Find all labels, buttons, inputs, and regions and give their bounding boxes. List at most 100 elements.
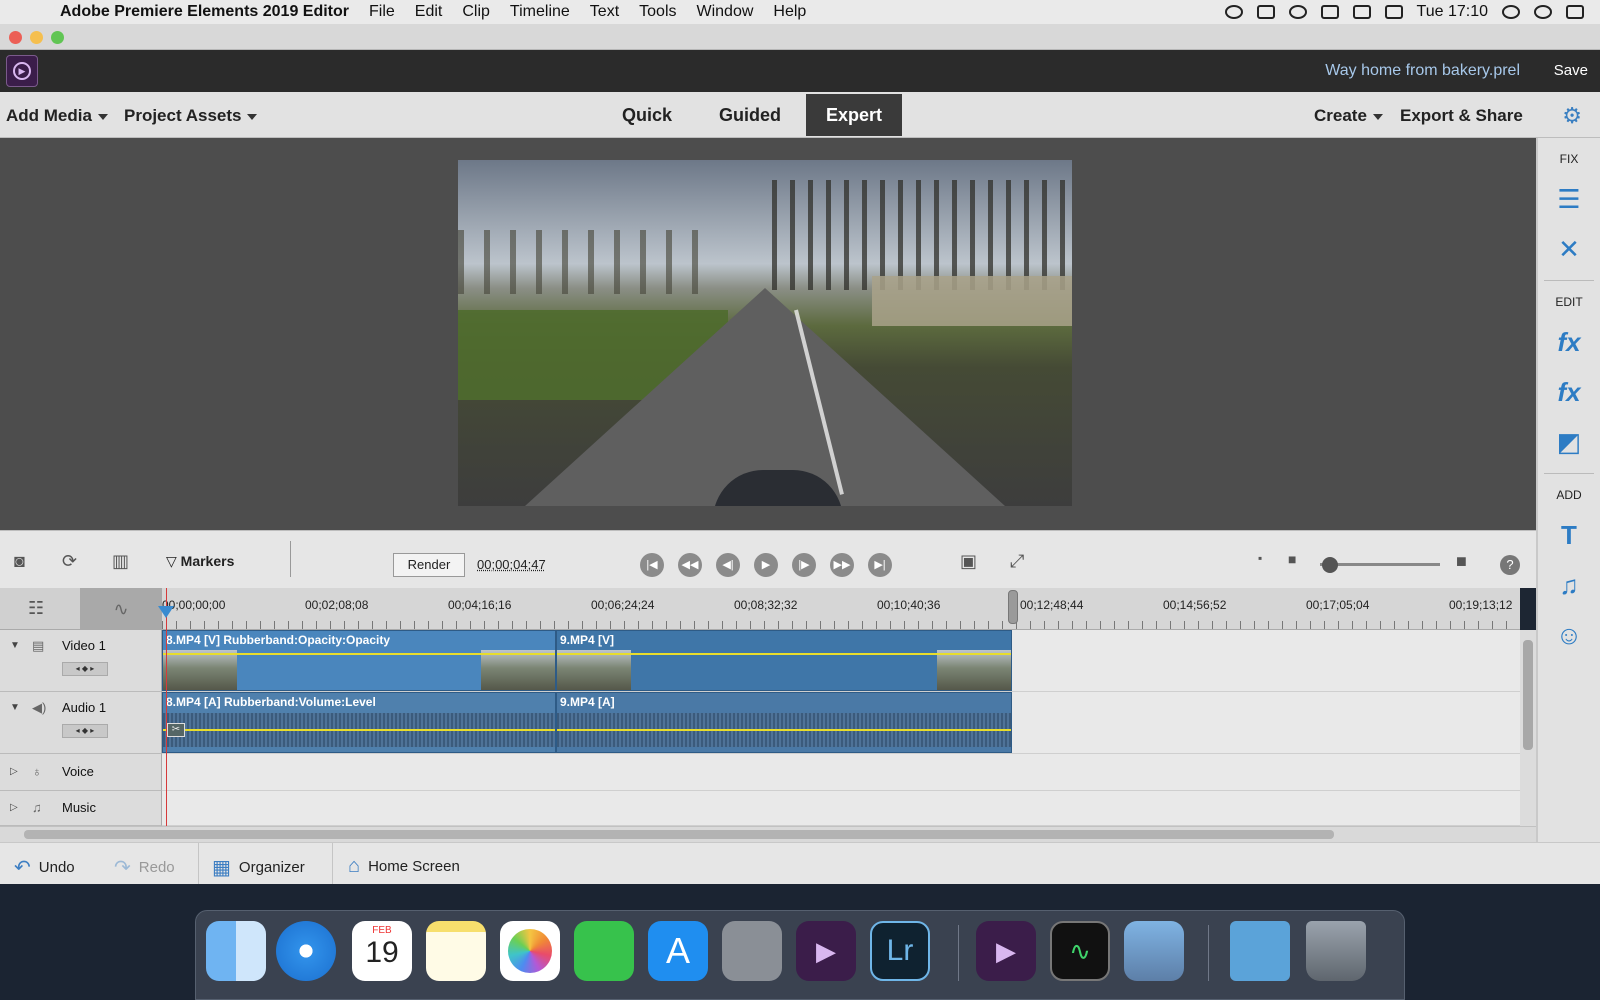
volume-rubberband[interactable] [557,729,1011,731]
track-options-icon[interactable]: ☷ [28,598,44,619]
fullscreen-icon[interactable]: ⤢ [1010,551,1024,572]
render-settings-icon[interactable]: ▣ [960,551,977,572]
render-button[interactable]: Render [393,553,465,577]
battery-icon[interactable] [1384,5,1403,19]
step-forward-icon[interactable]: |▶ [792,553,816,577]
zoom-window-button[interactable] [51,31,64,44]
notes-icon[interactable] [426,921,486,981]
collapse-triangle-icon[interactable]: ▼ [10,702,20,713]
previous-edit-icon[interactable]: ◀◀ [678,553,702,577]
minimize-window-button[interactable] [30,31,43,44]
timeline-ruler[interactable]: 00;00;00;00 00;02;08;08 00;04;16;16 00;0… [162,588,1520,630]
rotate-icon[interactable]: ⟳ [62,551,77,572]
time-machine-icon[interactable] [1288,5,1307,19]
keyframe-navigator[interactable]: ◂ ◆ ▸ [62,662,108,676]
opacity-rubberband[interactable] [163,653,555,655]
audio-clip[interactable]: 8.MP4 [A] Rubberband:Volume:Level ✂ [162,692,556,753]
system-preferences-icon[interactable] [722,921,782,981]
video-preview[interactable] [458,160,1072,506]
effects-icon[interactable]: fx [1552,375,1586,409]
export-share-button[interactable]: Export & Share [1400,106,1523,126]
app-name-menu[interactable]: Adobe Premiere Elements 2019 Editor [60,3,349,21]
go-to-end-icon[interactable]: ▶| [868,553,892,577]
voice-lane[interactable] [162,754,1520,791]
edit-effects-icon[interactable]: fx [1552,325,1586,359]
tab-guided[interactable]: Guided [699,94,801,136]
step-back-icon[interactable]: ◀| [716,553,740,577]
menu-clip[interactable]: Clip [462,3,490,21]
activity-monitor-icon[interactable]: ∿ [1050,921,1110,981]
video-clip[interactable]: 8.MP4 [V] Rubberband:Opacity:Opacity [162,630,556,691]
undo-button[interactable]: ↶ Undo [14,855,75,880]
collapse-triangle-icon[interactable]: ▼ [10,640,20,651]
trash-icon[interactable] [1306,921,1366,981]
help-icon[interactable]: ? [1500,555,1520,575]
calendar-icon[interactable]: FEB 19 [352,921,412,981]
transitions-icon[interactable]: ◩ [1552,425,1586,459]
keyframe-navigator[interactable]: ◂ ◆ ▸ [62,724,108,738]
music-note-icon[interactable]: ♫ [1552,568,1586,602]
notification-center-icon[interactable] [1566,5,1584,19]
go-to-start-icon[interactable]: |◀ [640,553,664,577]
menu-edit[interactable]: Edit [415,3,443,21]
current-timecode[interactable]: 00;00;04;47 [477,557,546,572]
downloads-folder-icon[interactable] [1230,921,1290,981]
menu-timeline[interactable]: Timeline [510,3,570,21]
airplay-icon[interactable] [1352,5,1371,19]
work-area-end-handle[interactable] [1008,590,1018,624]
location-icon[interactable] [1256,5,1275,19]
video-1-lane[interactable]: 8.MP4 [V] Rubberband:Opacity:Opacity 9.M… [162,630,1520,692]
lightroom-icon[interactable]: Lr [870,921,930,981]
spotlight-search-icon[interactable] [1502,5,1520,19]
add-media-dropdown[interactable]: Add Media [6,106,108,126]
timeline-zoom-slider[interactable] [1320,563,1440,566]
menu-file[interactable]: File [369,3,395,21]
photos-icon[interactable] [500,921,560,981]
home-screen-button[interactable]: ⌂ Home Screen [348,855,460,878]
tab-expert[interactable]: Expert [806,94,903,136]
scissors-icon[interactable]: ✂ [167,723,185,737]
zoom-out-small-icon[interactable]: ▪ [1258,551,1262,565]
menu-help[interactable]: Help [773,3,806,21]
wifi-icon[interactable] [1320,5,1339,19]
redo-button[interactable]: ↷ Redo [114,855,175,880]
markers-dropdown[interactable]: ▽ Markers [166,553,234,570]
tracks-vertical-scrollbar[interactable] [1520,630,1536,826]
menu-text[interactable]: Text [590,3,619,21]
create-dropdown[interactable]: Create [1314,106,1383,126]
premiere-elements-running-icon[interactable]: ▶ [976,921,1036,981]
close-window-button[interactable] [9,31,22,44]
app-store-icon[interactable]: A [648,921,708,981]
horizontal-scroll-thumb[interactable] [24,830,1334,839]
playhead[interactable] [166,588,167,826]
audio-1-lane[interactable]: 8.MP4 [A] Rubberband:Volume:Level ✂ 9.MP… [162,692,1520,754]
preview-icon[interactable] [1124,921,1184,981]
audio-clip[interactable]: 9.MP4 [A] [556,692,1012,753]
expand-triangle-icon[interactable]: ▷ [10,766,18,777]
play-icon[interactable]: ▶ [754,553,778,577]
audio-waveform-toggle-icon[interactable]: ∿ [80,588,162,630]
gear-icon[interactable]: ⚙ [1562,103,1582,129]
project-assets-dropdown[interactable]: Project Assets [124,106,258,126]
video-clip[interactable]: 9.MP4 [V] [556,630,1012,691]
volume-rubberband[interactable] [163,729,555,731]
adjustments-sliders-icon[interactable]: ☰ [1552,182,1586,216]
premiere-elements-editor-icon[interactable]: ▶ [796,921,856,981]
clock[interactable]: Tue 17:10 [1417,3,1488,21]
safari-icon[interactable] [276,921,336,981]
timeline-horizontal-scrollbar[interactable] [0,826,1536,842]
tab-quick[interactable]: Quick [602,94,692,136]
facetime-icon[interactable] [574,921,634,981]
siri-icon[interactable] [1534,5,1552,19]
tools-icon[interactable]: ✕ [1552,232,1586,266]
menu-window[interactable]: Window [697,3,754,21]
zoom-in-large-icon[interactable]: ■ [1456,551,1467,572]
finder-icon[interactable] [206,921,266,981]
creative-cloud-icon[interactable] [1224,5,1243,19]
next-edit-icon[interactable]: ▶▶ [830,553,854,577]
organizer-button[interactable]: ▦ Organizer [212,855,305,880]
camera-icon[interactable]: ◙ [14,551,25,572]
vertical-scroll-thumb[interactable] [1523,640,1533,750]
trash-icon[interactable]: ▥ [112,551,129,572]
opacity-rubberband[interactable] [557,653,1011,655]
